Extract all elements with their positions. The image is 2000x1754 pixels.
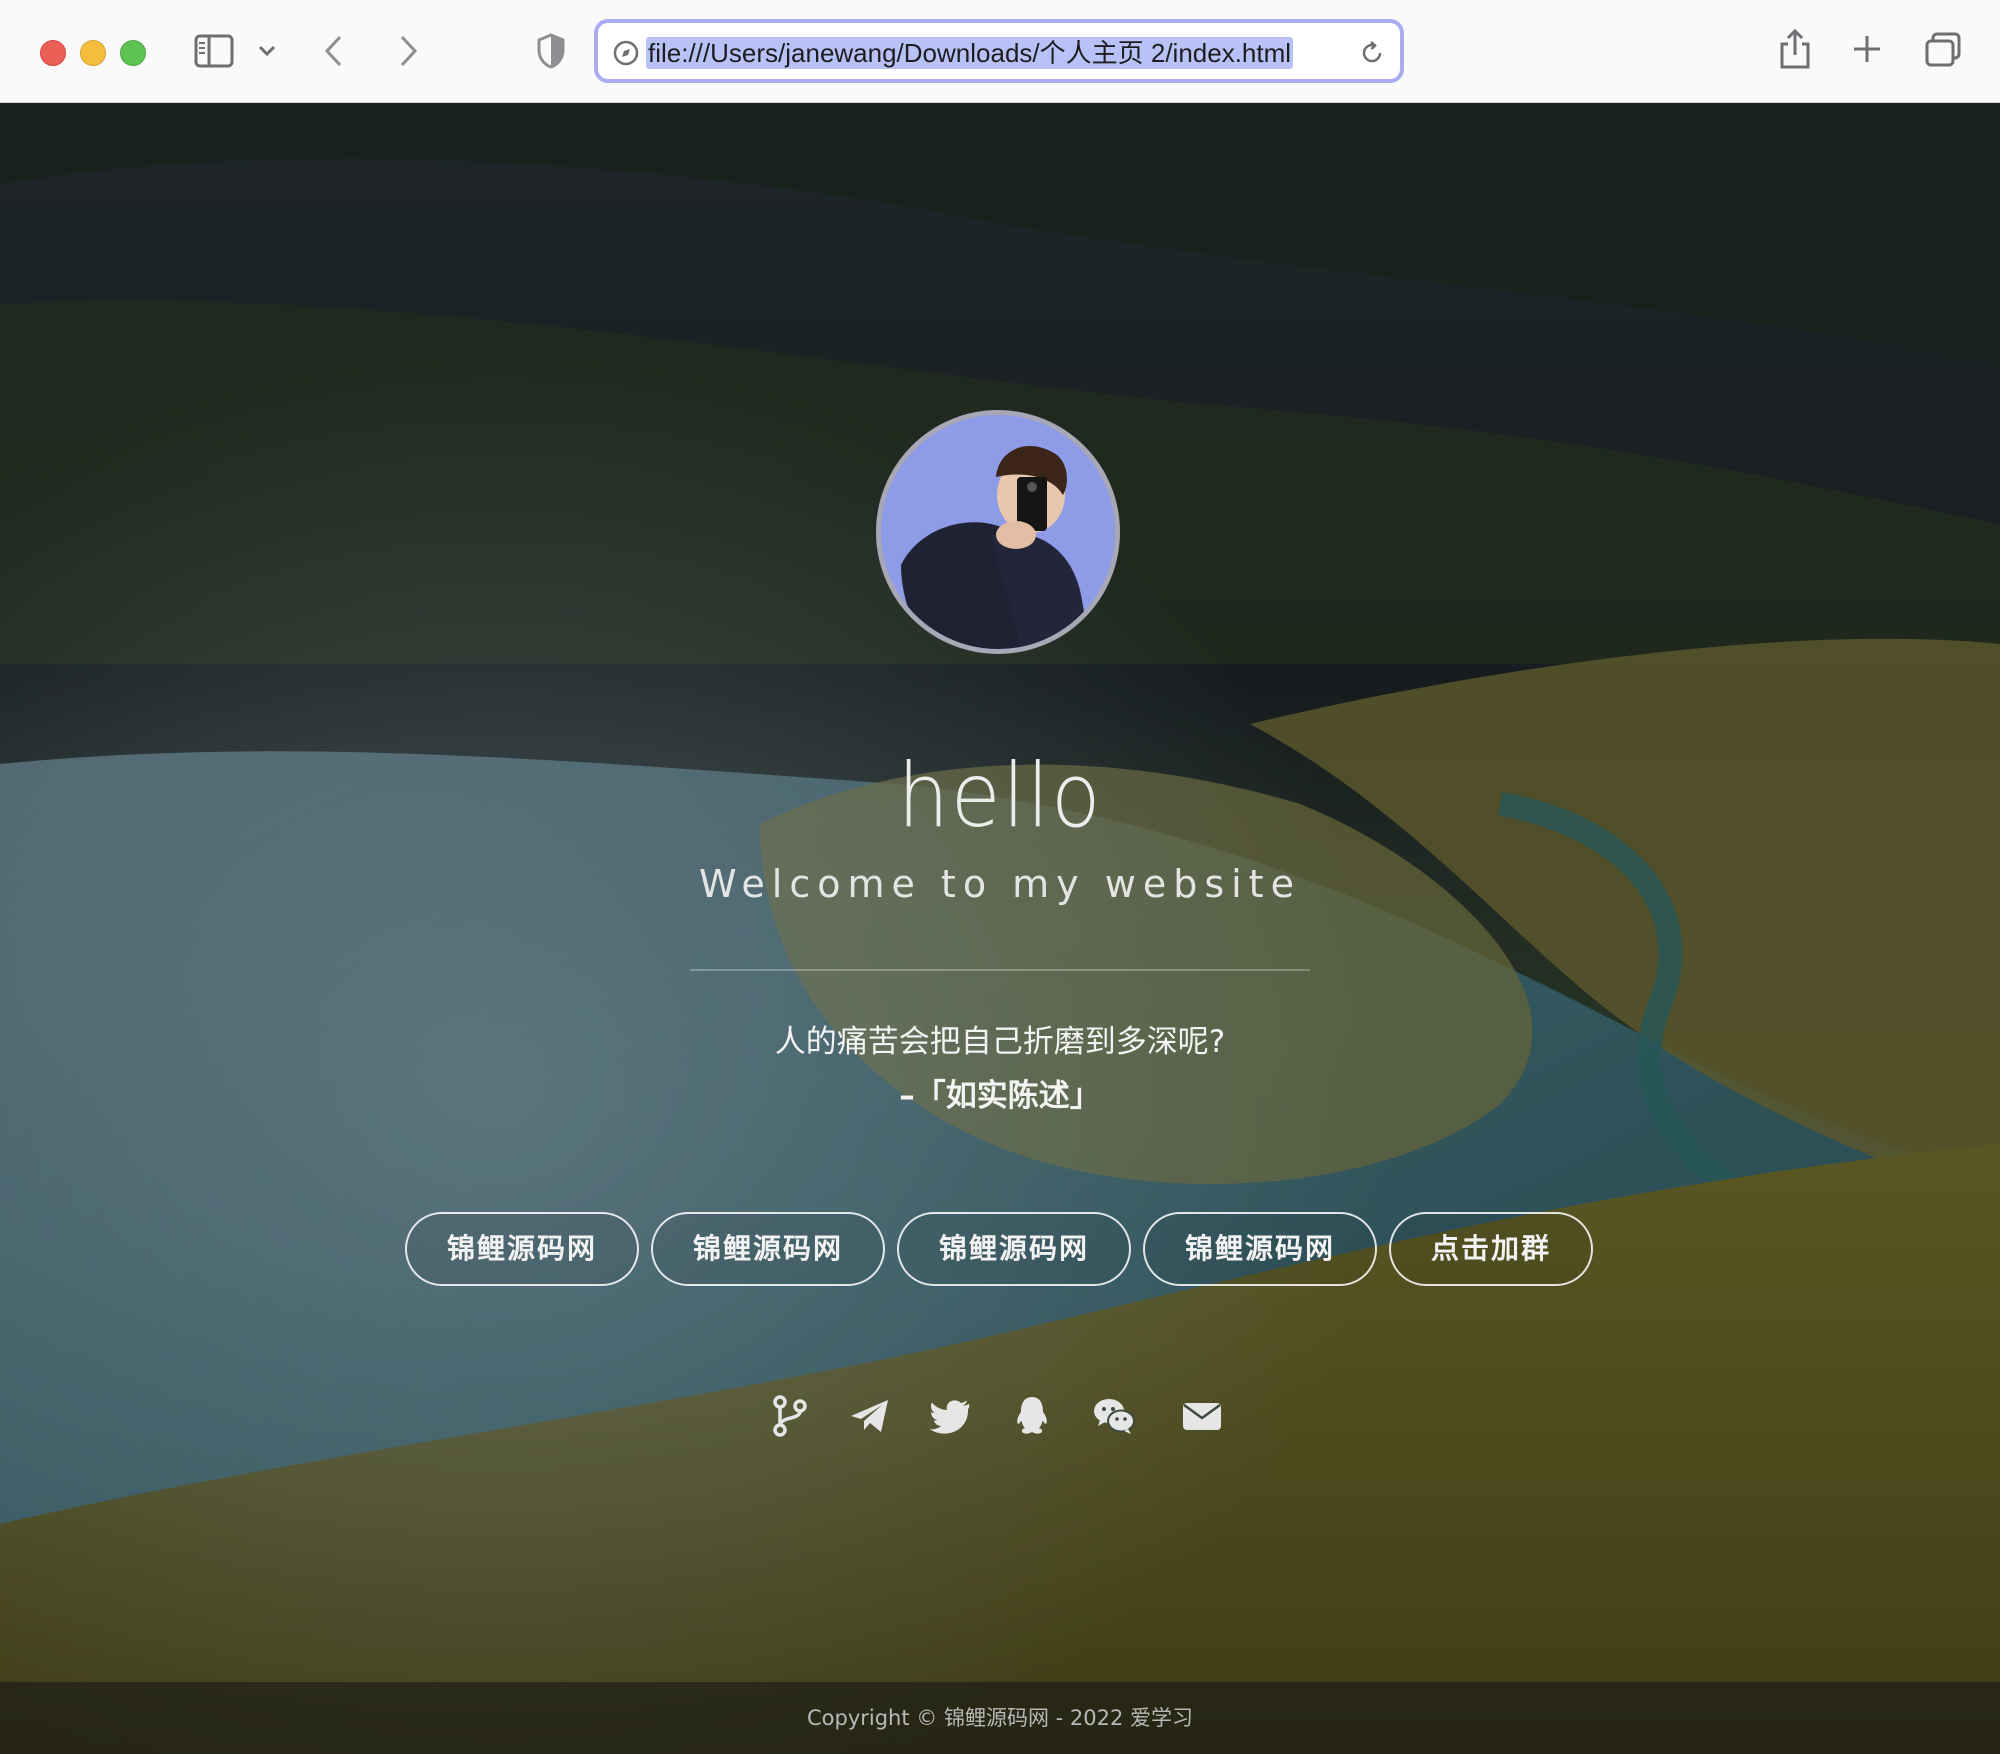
url-text[interactable]: file:///Users/janewang/Downloads/个人主页 2/… [646, 37, 1294, 69]
hero-subtitle: Welcome to my website [699, 862, 1301, 906]
chevron-down-icon[interactable] [258, 44, 276, 58]
footer: Copyright © 锦鲤源码网 - 2022 爱学习 [0, 1682, 2000, 1754]
landscape-background [0, 104, 2000, 1754]
copyright-text: Copyright © 锦鲤源码网 - 2022 爱学习 [806, 1706, 1193, 1730]
tabs-overview-icon[interactable] [1924, 32, 1962, 68]
qq-icon[interactable] [1010, 1394, 1054, 1438]
compass-icon [613, 40, 639, 66]
hero-title: hello [897, 744, 1103, 847]
new-tab-icon[interactable] [1852, 34, 1882, 64]
sidebar-icon[interactable] [194, 34, 234, 68]
join-group-button[interactable]: 点击加群 [1389, 1212, 1593, 1286]
browser-toolbar: file:///Users/janewang/Downloads/个人主页 2/… [0, 0, 2000, 103]
git-branch-icon[interactable] [768, 1394, 812, 1438]
privacy-shield-icon[interactable] [536, 32, 566, 70]
reload-icon[interactable] [1358, 39, 1386, 67]
link-button-4[interactable]: 锦鲤源码网 [1143, 1212, 1377, 1286]
mail-icon[interactable] [1180, 1394, 1224, 1438]
divider [690, 969, 1310, 971]
zoom-window-button[interactable] [120, 40, 146, 66]
forward-icon[interactable] [396, 34, 420, 68]
twitter-icon[interactable] [928, 1394, 972, 1438]
link-button-2[interactable]: 锦鲤源码网 [651, 1212, 885, 1286]
link-button-1[interactable]: 锦鲤源码网 [405, 1212, 639, 1286]
close-window-button[interactable] [40, 40, 66, 66]
page-viewport: hello Welcome to my website 人的痛苦会把自己折磨到多… [0, 104, 2000, 1754]
link-button-3[interactable]: 锦鲤源码网 [897, 1212, 1131, 1286]
avatar-photo [881, 415, 1115, 649]
minimize-window-button[interactable] [80, 40, 106, 66]
avatar [876, 410, 1120, 654]
address-bar[interactable]: file:///Users/janewang/Downloads/个人主页 2/… [594, 19, 1404, 83]
quote-text: 人的痛苦会把自己折磨到多深呢? [774, 1024, 1226, 1060]
quote-source: –「如实陈述」 [899, 1078, 1101, 1114]
back-icon[interactable] [322, 34, 346, 68]
share-icon[interactable] [1778, 28, 1812, 70]
wechat-icon[interactable] [1092, 1394, 1136, 1438]
telegram-icon[interactable] [848, 1394, 892, 1438]
